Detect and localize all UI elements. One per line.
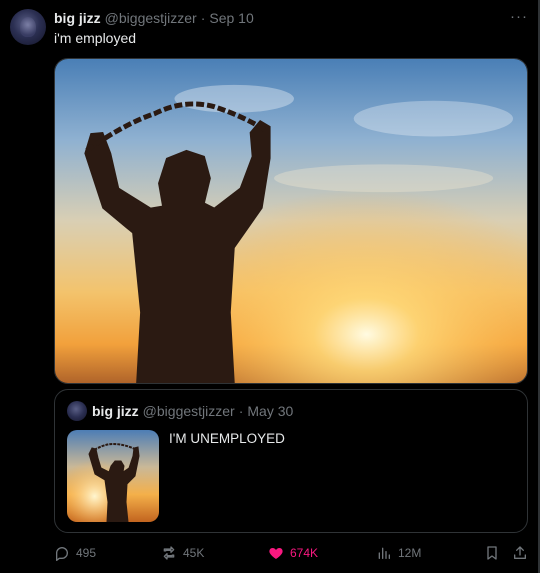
like-button[interactable]: 674K: [268, 543, 318, 563]
repost-button[interactable]: 45K: [161, 543, 204, 563]
action-bar: 495 45K 674K 12M: [54, 543, 530, 563]
display-name[interactable]: big jizz: [54, 10, 101, 26]
reply-count: 495: [76, 546, 97, 560]
repost-icon: [163, 546, 175, 560]
reply-icon: [56, 547, 68, 561]
like-count: 674K: [290, 546, 319, 560]
quoted-image[interactable]: [67, 430, 159, 522]
quoted-avatar: [67, 401, 87, 421]
silhouette-photo: [55, 59, 527, 383]
quoted-header: big jizz @biggestjizzer · May 30: [92, 401, 293, 421]
tweet-date[interactable]: Sep 10: [209, 10, 253, 26]
share-button[interactable]: [512, 543, 528, 563]
quoted-tweet[interactable]: big jizz @biggestjizzer · May 30 I'M UNE…: [54, 389, 528, 533]
share-icon: [514, 546, 526, 559]
quoted-display-name: big jizz: [92, 403, 139, 419]
reply-button[interactable]: 495: [54, 543, 96, 563]
quoted-text: I'M UNEMPLOYED: [169, 431, 285, 446]
separator: ·: [200, 10, 206, 26]
tweet-image[interactable]: [54, 58, 528, 384]
quoted-date: May 30: [247, 403, 294, 419]
more-icon[interactable]: ···: [508, 8, 530, 26]
bookmark-button[interactable]: [484, 543, 500, 563]
quoted-handle: @biggestjizzer: [142, 403, 235, 419]
quoted-separator: ·: [238, 403, 244, 419]
avatar[interactable]: [10, 9, 46, 45]
views-button[interactable]: 12M: [376, 543, 421, 563]
repost-count: 45K: [183, 546, 205, 560]
tweet-header: big jizz @biggestjizzer · Sep 10: [54, 8, 254, 28]
user-handle[interactable]: @biggestjizzer: [105, 10, 197, 26]
quoted-silhouette-photo: [67, 430, 159, 522]
views-icon: [378, 547, 390, 559]
bookmark-icon: [487, 546, 497, 560]
heart-icon: [269, 548, 283, 559]
views-count: 12M: [398, 546, 422, 560]
tweet-text: i'm employed: [54, 30, 137, 46]
